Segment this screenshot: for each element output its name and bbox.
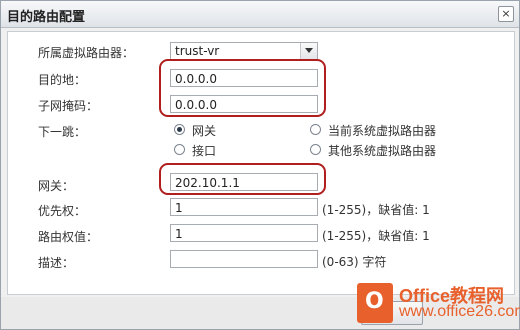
form-panel: 所属虚拟路由器： trust-vr 目的地： 0.0.0.0 子网掩码： 0.0… [7, 31, 515, 295]
radio-interface[interactable] [174, 144, 185, 155]
radio-gateway-label: 网关 [192, 124, 217, 138]
description-hint: (0-63) 字符 [322, 255, 387, 269]
gateway-label: 网关： [38, 179, 75, 193]
vrouter-select[interactable]: trust-vr [170, 42, 318, 60]
close-icon[interactable]: × [498, 6, 514, 22]
radio-current-vr-label: 当前系统虚拟路由器 [328, 124, 437, 138]
highlight-box-destination [159, 59, 326, 117]
watermark: O Office教程网 www.office26.com [357, 278, 520, 330]
dialog-titlebar: 目的路由配置 × [1, 1, 519, 28]
priority-label: 优先权： [38, 204, 87, 218]
weight-hint: (1-255)，缺省值: 1 [322, 229, 430, 243]
weight-input[interactable]: 1 [170, 224, 318, 242]
description-input[interactable] [170, 250, 318, 268]
priority-input[interactable]: 1 [170, 198, 318, 216]
weight-label: 路由权值： [38, 230, 99, 244]
dialog-title: 目的路由配置 [7, 10, 86, 25]
highlight-box-gateway [159, 163, 326, 195]
radio-other-vr[interactable] [310, 144, 321, 155]
chevron-down-icon[interactable] [300, 43, 317, 59]
radio-interface-label: 接口 [192, 144, 217, 158]
next-hop-label: 下一跳： [38, 125, 87, 139]
radio-other-vr-label: 其他系统虚拟路由器 [328, 144, 437, 158]
watermark-line2: www.office26.com [399, 303, 520, 320]
radio-current-vr[interactable] [310, 124, 321, 135]
office-logo-icon: O [357, 283, 393, 323]
description-label: 描述： [38, 256, 75, 270]
vrouter-label: 所属虚拟路由器： [38, 46, 135, 60]
destination-label: 目的地： [38, 73, 87, 87]
netmask-label: 子网掩码： [38, 99, 99, 113]
vrouter-value: trust-vr [175, 44, 220, 58]
priority-hint: (1-255)，缺省值: 1 [322, 203, 430, 217]
radio-gateway[interactable] [174, 124, 185, 135]
